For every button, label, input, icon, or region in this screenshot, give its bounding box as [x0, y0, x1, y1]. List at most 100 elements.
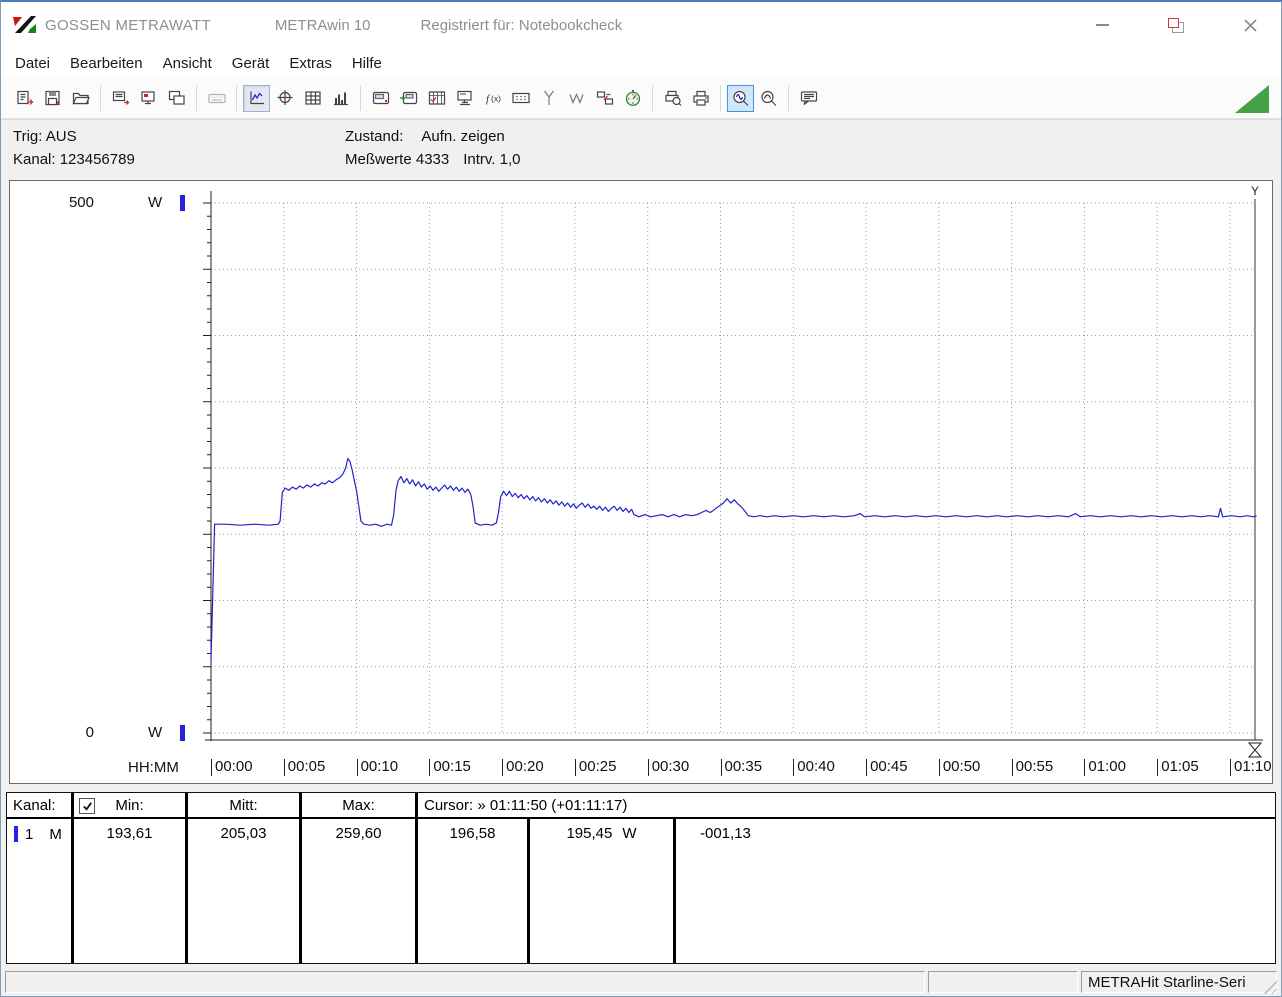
toolbar-separator — [652, 85, 653, 111]
copy-window-button[interactable] — [163, 85, 190, 112]
meter-display-button[interactable] — [367, 85, 394, 112]
maximize-button[interactable] — [1161, 10, 1191, 40]
device-window-icon — [140, 91, 155, 105]
x-tick-label: 00:05 — [283, 759, 325, 776]
x-tick-label: 00:10 — [356, 759, 398, 776]
measurement-table: Kanal: Min: Mitt: Max: Cursor: » 01:11:5… — [6, 792, 1276, 964]
titlebar: GOSSEN METRAWATT METRAwin 10 Registriert… — [1, 2, 1281, 48]
channel-status: Kanal: 123456789 — [13, 151, 135, 168]
connect-device-icon — [16, 90, 33, 105]
device-window-button[interactable] — [135, 85, 162, 112]
statusbar: METRAHit Starline-Seri — [3, 968, 1279, 996]
brand-text: GOSSEN METRAWATT — [45, 16, 211, 34]
pc-link-button[interactable] — [451, 85, 478, 112]
table-view-icon — [304, 91, 321, 105]
x-tick-label: 01:10 — [1230, 759, 1272, 776]
data-transfer-button[interactable] — [591, 85, 618, 112]
value-delta: -001,13 — [700, 825, 751, 842]
minimize-button[interactable] — [1087, 10, 1117, 40]
device-name: METRAHit Starline-Seri — [1088, 973, 1246, 991]
x-axis-label: HH:MM — [128, 759, 179, 776]
statusbar-middle-panel — [928, 971, 1078, 993]
menu-geraet[interactable]: Gerät — [222, 51, 280, 76]
xy-view-button[interactable] — [271, 85, 298, 112]
minimize-icon — [1095, 24, 1109, 26]
meter-grid-button[interactable] — [423, 85, 450, 112]
keyboard-button — [203, 85, 230, 112]
save-button[interactable] — [39, 85, 66, 112]
yt-chart-view-button[interactable] — [243, 84, 270, 112]
x-tick-label: 00:15 — [429, 759, 471, 776]
probe-wave-icon — [568, 93, 584, 105]
probe-wave-button[interactable] — [563, 85, 590, 112]
interval-value: Intrv. 1,0 — [463, 151, 521, 168]
data-transfer-icon — [596, 91, 613, 105]
header-mitt: Mitt: — [188, 793, 299, 819]
timer-icon — [625, 90, 640, 106]
digital-display-icon — [511, 92, 530, 104]
plot-area[interactable]: Y — [10, 181, 1272, 761]
meter-input-button[interactable] — [395, 85, 422, 112]
y-axis-unit-bottom: W — [148, 724, 163, 741]
save-icon — [44, 90, 60, 106]
header-max: Max: — [302, 793, 415, 819]
menu-ansicht[interactable]: Ansicht — [153, 51, 222, 76]
x-tick-label: 00:50 — [938, 759, 980, 776]
restore-icon — [1168, 17, 1184, 33]
menu-hilfe[interactable]: Hilfe — [342, 51, 392, 76]
toolbar-separator — [236, 85, 237, 111]
value-cursor2: 195,45 W — [566, 825, 637, 842]
value-cursor1: 196,58 — [449, 825, 496, 842]
print-button[interactable] — [687, 85, 714, 112]
menu-datei[interactable]: Datei — [5, 51, 60, 76]
digital-display-button[interactable] — [507, 85, 534, 112]
y-axis-min-label: 0 — [85, 724, 94, 741]
value-max: 259,60 — [335, 825, 382, 842]
window-controls — [1087, 2, 1265, 48]
menu-extras[interactable]: Extras — [279, 51, 342, 76]
x-tick-label: 00:45 — [866, 759, 908, 776]
menu-bearbeiten[interactable]: Bearbeiten — [60, 51, 153, 76]
state-label: Zustand: — [345, 128, 404, 145]
table-view-button[interactable] — [299, 85, 326, 112]
annotation-button[interactable] — [795, 85, 822, 112]
toolbar-separator — [360, 85, 361, 111]
zoom-curve-button[interactable] — [755, 85, 782, 112]
timer-button[interactable] — [619, 85, 646, 112]
x-tick-label: 00:35 — [720, 759, 762, 776]
y-axis-max-label: 500 — [68, 194, 94, 211]
x-tick-label: 00:20 — [502, 759, 544, 776]
connect-device-button[interactable] — [11, 85, 38, 112]
zoom-waveform-button[interactable] — [727, 84, 754, 112]
x-tick-label: 01:00 — [1084, 759, 1126, 776]
bar-graph-icon — [333, 92, 348, 106]
export-window-button[interactable] — [107, 85, 134, 112]
toolbar-separator — [196, 85, 197, 111]
value-mitt: 205,03 — [220, 825, 267, 842]
chart-panel: Y 500 W 0 W HH:MM 00:00 00:05 00:10 00:15 00… — [9, 180, 1273, 784]
y-axis-unit-top: W — [148, 194, 163, 211]
x-tick-label: 00:30 — [647, 759, 689, 776]
channel-checkbox[interactable] — [79, 798, 95, 814]
channel-number: 1 — [25, 826, 34, 843]
value-unit: W — [622, 825, 637, 842]
function-button[interactable]: f (x) — [479, 85, 506, 112]
toolbar: f (x) — [1, 78, 1281, 119]
print-preview-button[interactable] — [659, 85, 686, 112]
state-value: Aufn. zeigen — [421, 128, 505, 145]
export-window-icon — [112, 91, 129, 105]
header-min: Min: — [74, 793, 185, 819]
header-cursor: Cursor: » 01:11:50 (+01:11:17) — [418, 793, 1275, 819]
bar-graph-view-button[interactable] — [327, 85, 354, 112]
close-button[interactable] — [1235, 10, 1265, 40]
x-tick-label: 00:40 — [793, 759, 835, 776]
menubar: Datei Bearbeiten Ansicht Gerät Extras Hi… — [1, 48, 1281, 78]
open-folder-button[interactable] — [67, 85, 94, 112]
status-strip: Trig: AUS Kanal: 123456789 Zustand: Aufn.… — [1, 119, 1281, 174]
probe-y-button[interactable] — [535, 85, 562, 112]
header-kanal: Kanal: — [7, 793, 71, 819]
x-tick-label: 00:25 — [574, 759, 616, 776]
metrawin-window: GOSSEN METRAWATT METRAwin 10 Registriert… — [0, 0, 1282, 997]
svg-text:(x): (x) — [491, 94, 501, 104]
samples-count: Meßwerte 4333 — [345, 151, 450, 168]
